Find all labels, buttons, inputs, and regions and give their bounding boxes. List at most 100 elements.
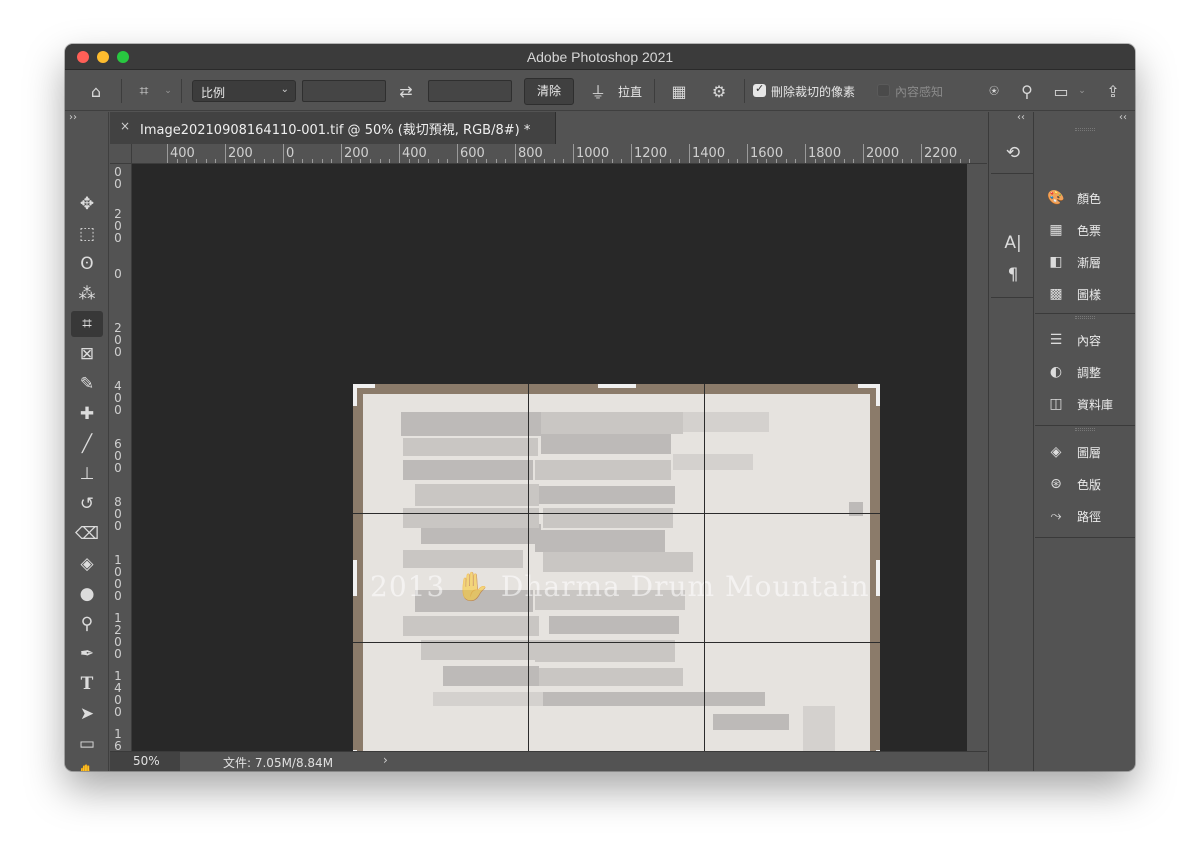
paint-bucket-icon[interactable]: ◈ — [71, 551, 103, 577]
share-icon[interactable]: ⇪ — [1101, 79, 1125, 103]
home-icon[interactable]: ⌂ — [83, 79, 109, 103]
crop-handle-left[interactable] — [353, 560, 357, 596]
status-menu-arrow-icon[interactable]: › — [383, 753, 388, 767]
delete-cropped-checkbox[interactable] — [753, 82, 766, 97]
panel-item-patterns[interactable]: ▩ 圖樣 — [1045, 282, 1101, 306]
eyedropper-tool-icon[interactable]: ✎ — [71, 371, 103, 397]
ruler-label: 2 0 0 — [114, 207, 122, 245]
ruler-label: 400 — [170, 146, 195, 161]
ruler-tick — [225, 144, 226, 163]
options-bar: ⌂ ⌗ ⌄ 比例 ⌄ ⇄ 清除 ⏚ 拉直 ▦ ⚙ 刪除裁切的像素 內容感知 ⍟ … — [65, 71, 1135, 111]
content-aware-label: 內容感知 — [895, 85, 944, 99]
ruler-label: 800 — [518, 146, 543, 161]
brush-tool-icon[interactable]: ╱ — [71, 431, 103, 457]
rectangle-tool-icon[interactable]: ▭ — [71, 731, 103, 757]
search-icon[interactable]: ⚲ — [1015, 79, 1039, 103]
panel-item-color[interactable]: 🎨 顏色 — [1045, 186, 1101, 210]
crop-handle-top[interactable] — [598, 384, 636, 388]
layers-panel-group: ◈ 圖層 ⊛ 色版 ⤳ 路徑 — [1035, 426, 1135, 538]
clone-stamp-icon[interactable]: ⊥ — [71, 461, 103, 487]
ruler-label: 400 — [402, 146, 427, 161]
vertical-scrollbar[interactable] — [967, 164, 987, 751]
close-tab-icon[interactable]: × — [120, 119, 130, 133]
horizontal-ruler[interactable]: 400 200 0 200 400 600 800 1000 1200 1400 1600 1800 2… — [132, 144, 987, 164]
canvas-area[interactable]: 2013 ✋ Dharma Drum Mountain — [132, 164, 967, 771]
move-tool-icon[interactable]: ✥ — [71, 191, 103, 217]
type-tool-icon[interactable]: T — [71, 671, 103, 697]
ruler-origin[interactable] — [110, 144, 132, 164]
swap-dimensions-icon[interactable]: ⇄ — [394, 79, 418, 103]
document-size-info: 文件: 7.05M/8.84M — [223, 756, 334, 770]
crop-grid-line — [353, 513, 880, 514]
hand-tool-icon[interactable]: ✋ — [71, 761, 103, 771]
workspace-icon[interactable]: ▭ — [1049, 79, 1073, 103]
lasso-tool-icon[interactable]: ʘ — [71, 251, 103, 277]
paths-icon: ⤳ — [1050, 508, 1062, 524]
character-icon[interactable]: A| — [999, 230, 1027, 256]
pen-tool-icon[interactable]: ✒ — [71, 641, 103, 667]
ruler-label: 600 — [460, 146, 485, 161]
blur-tool-icon[interactable]: ● — [71, 581, 103, 607]
character-group: A| ¶ — [991, 174, 1033, 298]
healing-brush-icon[interactable]: ✚ — [71, 401, 103, 427]
panel-item-paths[interactable]: ⤳ 路徑 — [1045, 504, 1101, 528]
redacted-text-block — [535, 460, 671, 480]
ruler-label: 6 0 0 — [114, 437, 122, 475]
crop-grid-line — [353, 642, 880, 643]
ratio-dropdown[interactable]: 比例 ⌄ — [192, 80, 296, 102]
ruler-label: 200 — [344, 146, 369, 161]
crop-width-input[interactable] — [302, 80, 386, 102]
document-image[interactable]: 2013 ✋ Dharma Drum Mountain — [353, 384, 880, 771]
panel-item-swatches[interactable]: ▦ 色票 — [1045, 218, 1101, 242]
crop-grid-line — [528, 384, 529, 771]
vertical-ruler[interactable]: 0 0 2 0 0 0 2 0 0 4 0 0 6 0 0 8 0 0 1 0 0 0 1 2 … — [110, 164, 132, 751]
history-icon[interactable]: ⟲ — [999, 140, 1027, 166]
panel-item-libraries[interactable]: ◫ 資料庫 — [1045, 392, 1113, 416]
crop-tool-icon[interactable]: ⌗ — [71, 311, 103, 337]
ruler-label: 4 0 0 — [114, 379, 122, 417]
crop-handle-top-left[interactable] — [353, 384, 357, 406]
collapse-dock-icon[interactable]: ‹‹ — [1017, 112, 1025, 123]
crop-height-input[interactable] — [428, 80, 512, 102]
properties-icon: ☰ — [1049, 332, 1063, 348]
history-brush-icon[interactable]: ↺ — [71, 491, 103, 517]
panel-item-gradients[interactable]: ◧ 漸層 — [1045, 250, 1101, 274]
marquee-tool-icon[interactable]: ⬚ — [71, 221, 103, 247]
learn-icon[interactable]: ⍟ — [981, 79, 1007, 103]
ruler-tick — [515, 144, 516, 163]
redacted-text-block — [533, 412, 683, 434]
properties-panel-group: ☰ 內容 ◐ 調整 ◫ 資料庫 — [1035, 314, 1135, 426]
panel-item-channels[interactable]: ⊛ 色版 — [1045, 472, 1101, 496]
clear-button[interactable]: 清除 — [524, 78, 574, 105]
redacted-text-block — [415, 484, 539, 506]
crop-handle-top-right[interactable] — [876, 384, 880, 406]
expand-toolbar-icon[interactable]: ›› — [69, 112, 77, 123]
zoom-level[interactable]: 50% — [110, 752, 180, 771]
document-tab[interactable]: × Image20210908164110-001.tif @ 50% (裁切預… — [110, 112, 556, 144]
document-title: Image20210908164110-001.tif @ 50% (裁切預視,… — [140, 123, 531, 138]
crop-preset-icon[interactable]: ⌗ — [131, 79, 157, 103]
gear-icon[interactable]: ⚙ — [706, 79, 732, 103]
chevron-down-icon[interactable]: ⌄ — [161, 79, 175, 103]
overlay-grid-icon[interactable]: ▦ — [666, 79, 692, 103]
straighten-icon[interactable]: ⏚ — [586, 79, 610, 103]
content-aware-checkbox[interactable] — [877, 84, 890, 97]
ruler-tick — [921, 144, 922, 163]
dodge-tool-icon[interactable]: ⚲ — [71, 611, 103, 637]
tools-panel: ›› ✥ ⬚ ʘ ⁂ ⌗ ⊠ ✎ ✚ ╱ ⊥ ↺ ⌫ ◈ ● ⚲ ✒ T ➤ ▭… — [65, 112, 109, 771]
eraser-tool-icon[interactable]: ⌫ — [71, 521, 103, 547]
straighten-button[interactable]: 拉直 — [618, 83, 642, 100]
magic-wand-tool-icon[interactable]: ⁂ — [71, 281, 103, 307]
paragraph-icon[interactable]: ¶ — [999, 262, 1027, 288]
panel-item-adjustments[interactable]: ◐ 調整 — [1045, 360, 1101, 384]
adjustments-icon: ◐ — [1049, 364, 1063, 380]
crop-handle-right[interactable] — [876, 560, 880, 596]
ruler-label: 1 0 0 0 — [114, 553, 122, 603]
path-selection-icon[interactable]: ➤ — [71, 701, 103, 727]
panel-item-layers[interactable]: ◈ 圖層 — [1045, 440, 1101, 464]
panel-item-properties[interactable]: ☰ 內容 — [1045, 328, 1101, 352]
collapse-dock-icon[interactable]: ‹‹ — [1119, 112, 1127, 123]
watermark-text: 2013 ✋ Dharma Drum Mountain — [370, 570, 870, 603]
chevron-down-icon[interactable]: ⌄ — [1075, 79, 1089, 103]
frame-tool-icon[interactable]: ⊠ — [71, 341, 103, 367]
